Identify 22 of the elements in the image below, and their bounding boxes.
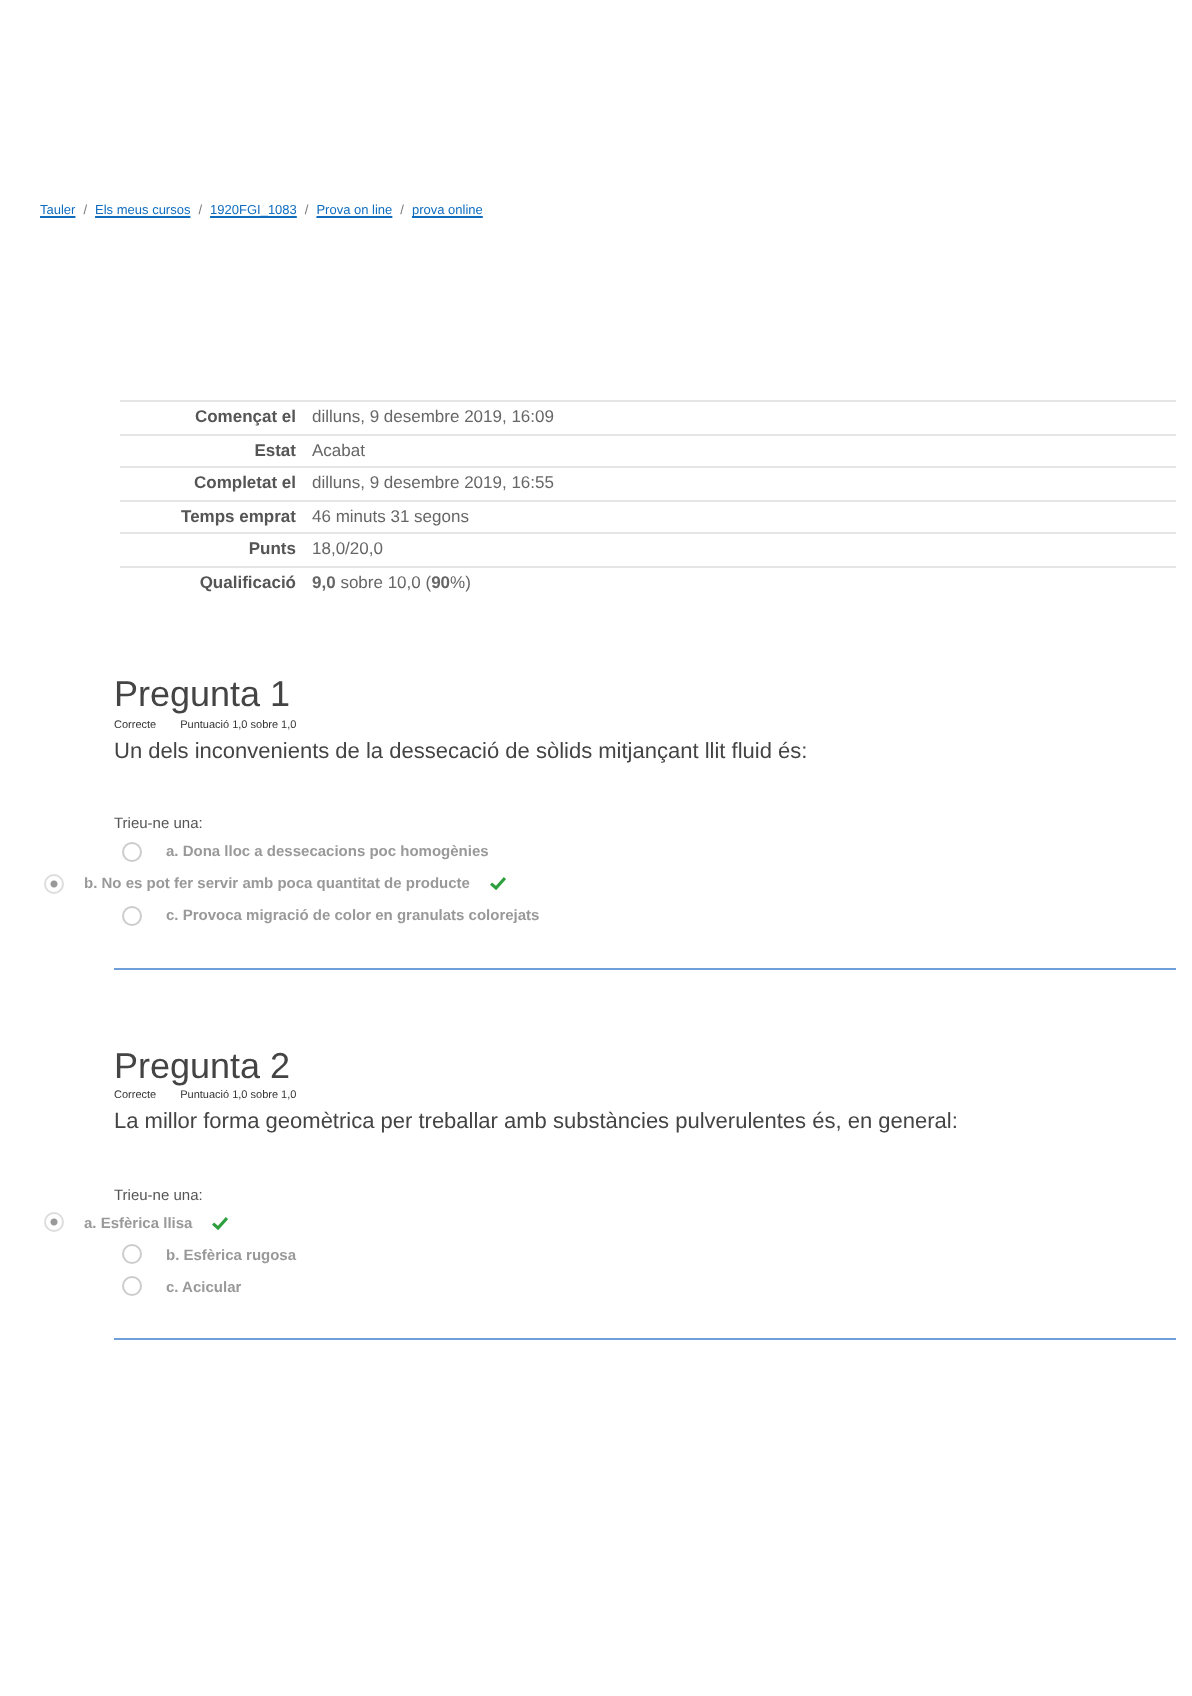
- summary-label: Completat el: [120, 467, 304, 500]
- question-text: Un dels inconvenients de la dessecació de sòlids mitjançant llit fluid és:: [114, 737, 810, 768]
- summary-value: Acabat: [304, 434, 1176, 467]
- summary-label: Començat el: [120, 401, 304, 434]
- question-text: La millor forma geomètrica per treballar amb substàncies pulverulentes és, en general:: [114, 1108, 960, 1139]
- summary-label: Estat: [120, 434, 304, 467]
- summary-value: 9,0 sobre 10,0 (90%): [304, 566, 1176, 598]
- summary-value: 18,0/20,0: [304, 533, 1176, 566]
- summary-label: Temps emprat: [120, 500, 304, 533]
- radio-button[interactable]: [122, 1244, 142, 1265]
- summary-label: Punts: [120, 533, 304, 566]
- radio-button[interactable]: [122, 841, 142, 862]
- summary-value: dilluns, 9 desembre 2019, 16:09: [304, 401, 1176, 434]
- summary-value: 46 minuts 31 segons: [304, 500, 1176, 533]
- summary-label: Qualificació: [120, 566, 304, 598]
- question-title: Pregunta 1: [114, 674, 293, 718]
- question-title: Pregunta 2: [114, 1045, 293, 1089]
- radio-button[interactable]: [122, 905, 142, 926]
- radio-button[interactable]: [44, 873, 64, 894]
- radio-button[interactable]: [122, 1276, 142, 1297]
- radio-button[interactable]: [44, 1212, 64, 1233]
- summary-value: dilluns, 9 desembre 2019, 16:55: [304, 467, 1176, 500]
